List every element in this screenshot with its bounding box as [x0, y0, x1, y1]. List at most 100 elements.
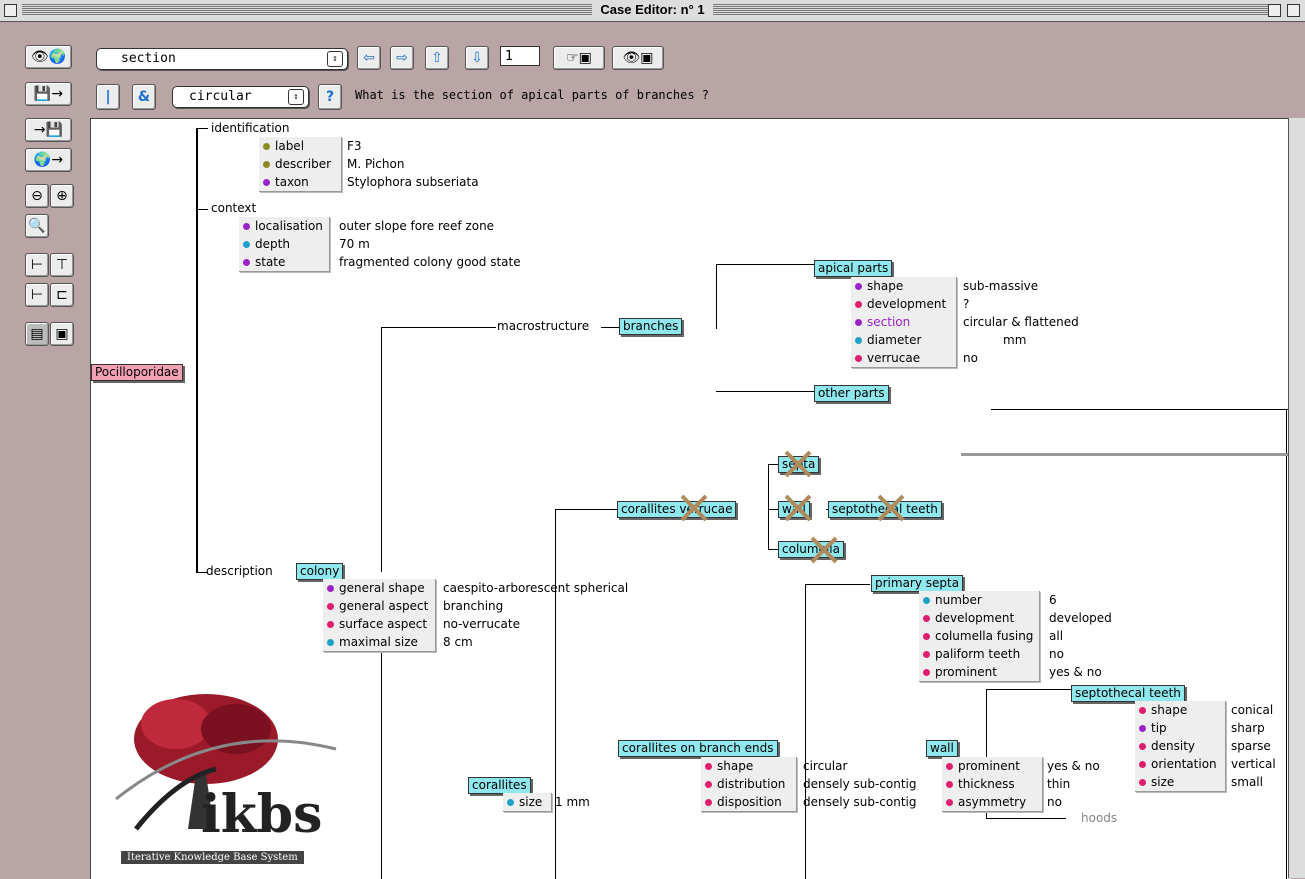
attr-development[interactable]: development — [851, 295, 956, 313]
connector — [196, 128, 198, 573]
arrow-left-icon[interactable]: ⇦ — [357, 46, 381, 70]
value: all — [1049, 629, 1064, 643]
connector — [805, 584, 870, 585]
document-icon[interactable]: ▤ — [25, 322, 49, 346]
attr-prominent[interactable]: prominent — [942, 757, 1042, 775]
value: branching — [443, 599, 504, 613]
connector — [768, 509, 778, 510]
tree-down-icon[interactable]: ⊤ — [50, 253, 74, 277]
logo-name: ikbs — [201, 784, 323, 845]
context-label[interactable]: context — [211, 201, 256, 215]
title-bar[interactable]: Case Editor: n° 1 — [0, 0, 1305, 22]
value: caespito-arborescent spherical — [443, 581, 629, 595]
attr-verrucae[interactable]: verrucae — [851, 349, 956, 367]
attr-density[interactable]: density — [1135, 737, 1225, 755]
tree-to-save-icon[interactable]: →💾 — [25, 118, 72, 142]
attr-describer[interactable]: describer — [259, 155, 341, 173]
identification-label[interactable]: identification — [211, 121, 289, 135]
other-parts-node[interactable]: other parts — [814, 385, 889, 402]
attr-thickness[interactable]: thickness — [942, 775, 1042, 793]
attr-section[interactable]: section — [851, 313, 956, 331]
septothecal-teeth-box-node[interactable]: septothecal teeth — [1071, 685, 1185, 702]
attr-maximal-size[interactable]: maximal size — [323, 633, 435, 651]
identification-values: F3 M. Pichon Stylophora subseriata — [347, 137, 479, 191]
eye-globe-icon[interactable]: 👁🌍 — [25, 45, 72, 69]
attr-development[interactable]: development — [919, 609, 1039, 627]
attr-label[interactable]: label — [259, 137, 341, 155]
collapse-box[interactable] — [1287, 4, 1300, 17]
primary-septa-node[interactable]: primary septa — [871, 575, 964, 592]
attr-diameter[interactable]: diameter — [851, 331, 956, 349]
deleted-cross-icon — [810, 536, 838, 564]
connector — [601, 327, 619, 328]
attr-shape[interactable]: shape — [1135, 701, 1225, 719]
corallites-verrucae-node[interactable]: corallites verrucae — [617, 501, 737, 518]
value: yes & no — [1049, 665, 1102, 679]
attr-taxon[interactable]: taxon — [259, 173, 341, 191]
attr-orientation[interactable]: orientation — [1135, 755, 1225, 773]
corallites-node[interactable]: corallites — [468, 777, 531, 794]
eye-image-icon[interactable]: 👁▣ — [612, 46, 664, 70]
identification-attributes: label describer taxon — [259, 137, 342, 192]
value: M. Pichon — [347, 157, 405, 171]
attr-shape[interactable]: shape — [701, 757, 796, 775]
attribute-select[interactable]: section ⇕ — [96, 48, 348, 70]
zoom-out-icon[interactable]: ⊖ — [25, 184, 49, 208]
save-to-tree-icon[interactable]: 💾→ — [25, 82, 72, 106]
globe-to-tree-icon[interactable]: 🌍→ — [25, 148, 72, 172]
tree-canvas[interactable]: Pocilloporidae identification label desc… — [90, 118, 1289, 879]
value: small — [1231, 775, 1263, 789]
corallites-branch-ends-node[interactable]: corallites on branch ends — [618, 740, 778, 757]
value: fragmented colony good state — [339, 255, 521, 269]
attr-general-aspect[interactable]: general aspect — [323, 597, 435, 615]
attr-general-shape[interactable]: general shape — [323, 579, 435, 597]
connector — [381, 327, 496, 328]
attr-distribution[interactable]: distribution — [701, 775, 796, 793]
value-select[interactable]: circular ⇕ — [172, 86, 309, 108]
hoods-label[interactable]: hoods — [1081, 811, 1117, 825]
attr-localisation[interactable]: localisation — [239, 217, 329, 235]
tree-compact-icon[interactable]: ⊢ — [25, 283, 49, 307]
tree-wide-icon[interactable]: ⊏ — [50, 283, 74, 307]
branches-node[interactable]: branches — [619, 318, 683, 335]
attr-paliform-teeth[interactable]: paliform teeth — [919, 645, 1039, 663]
attr-size[interactable]: size — [503, 793, 551, 811]
image-icon[interactable]: ▣ — [50, 322, 74, 346]
attr-depth[interactable]: depth — [239, 235, 329, 253]
arrow-right-icon[interactable]: ⇨ — [390, 46, 414, 70]
zoom-box[interactable] — [1268, 4, 1281, 17]
zoom-in-icon[interactable]: ⊕ — [50, 184, 74, 208]
attr-tip[interactable]: tip — [1135, 719, 1225, 737]
cursor-icon[interactable]: | — [96, 84, 120, 110]
wall-values: yes & no thin no — [1047, 757, 1100, 811]
arrow-down-icon[interactable]: ⇩ — [465, 46, 489, 70]
value: sharp — [1231, 721, 1265, 735]
apical-parts-node[interactable]: apical parts — [814, 260, 893, 277]
attr-columella-fusing[interactable]: columella fusing — [919, 627, 1039, 645]
value: sparse — [1231, 739, 1271, 753]
step-field[interactable]: 1 — [500, 46, 540, 66]
arrow-up-icon[interactable]: ⇧ — [425, 46, 449, 70]
attr-size[interactable]: size — [1135, 773, 1225, 791]
wall-box-node[interactable]: wall — [926, 740, 958, 757]
attr-shape[interactable]: shape — [851, 277, 956, 295]
connector — [196, 209, 208, 210]
vertical-scrollbar[interactable] — [1288, 118, 1305, 878]
window-title: Case Editor: n° 1 — [592, 2, 713, 17]
attr-surface-aspect[interactable]: surface aspect — [323, 615, 435, 633]
attr-state[interactable]: state — [239, 253, 329, 271]
zoom-icon[interactable]: 🔍 — [25, 214, 49, 238]
help-icon[interactable]: ? — [318, 84, 342, 110]
macrostructure-label[interactable]: macrostructure — [497, 319, 589, 333]
attr-asymmetry[interactable]: asymmetry — [942, 793, 1042, 811]
ampersand-icon[interactable]: & — [132, 84, 156, 110]
attr-prominent[interactable]: prominent — [919, 663, 1039, 681]
colony-node[interactable]: colony — [296, 563, 344, 580]
pointing-hand-icon[interactable]: ☞▣ — [553, 46, 605, 70]
tree-left-icon[interactable]: ⊢ — [25, 253, 49, 277]
root-node[interactable]: Pocilloporidae — [91, 364, 183, 381]
attr-disposition[interactable]: disposition — [701, 793, 796, 811]
description-label[interactable]: description — [206, 564, 273, 578]
attr-number[interactable]: number — [919, 591, 1039, 609]
connector — [381, 327, 382, 572]
